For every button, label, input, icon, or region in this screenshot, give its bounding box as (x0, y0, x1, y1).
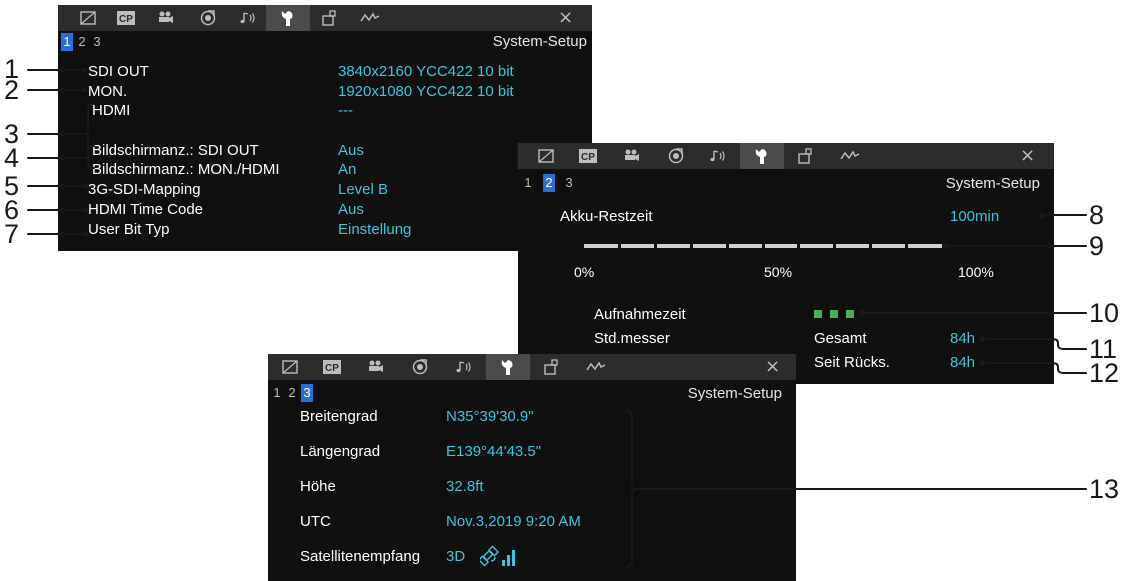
callout-number-8: 8 (1089, 200, 1105, 230)
callout-number-7: 7 (4, 219, 20, 249)
callout-leader-lines (27, 67, 1087, 568)
callout-number-12: 12 (1089, 358, 1120, 388)
callout-number-10: 10 (1089, 298, 1120, 328)
callout-number-4: 4 (4, 143, 20, 173)
callout-number-13: 13 (1089, 474, 1120, 504)
callout-number-2: 2 (4, 75, 20, 105)
callout-number-9: 9 (1089, 231, 1105, 261)
